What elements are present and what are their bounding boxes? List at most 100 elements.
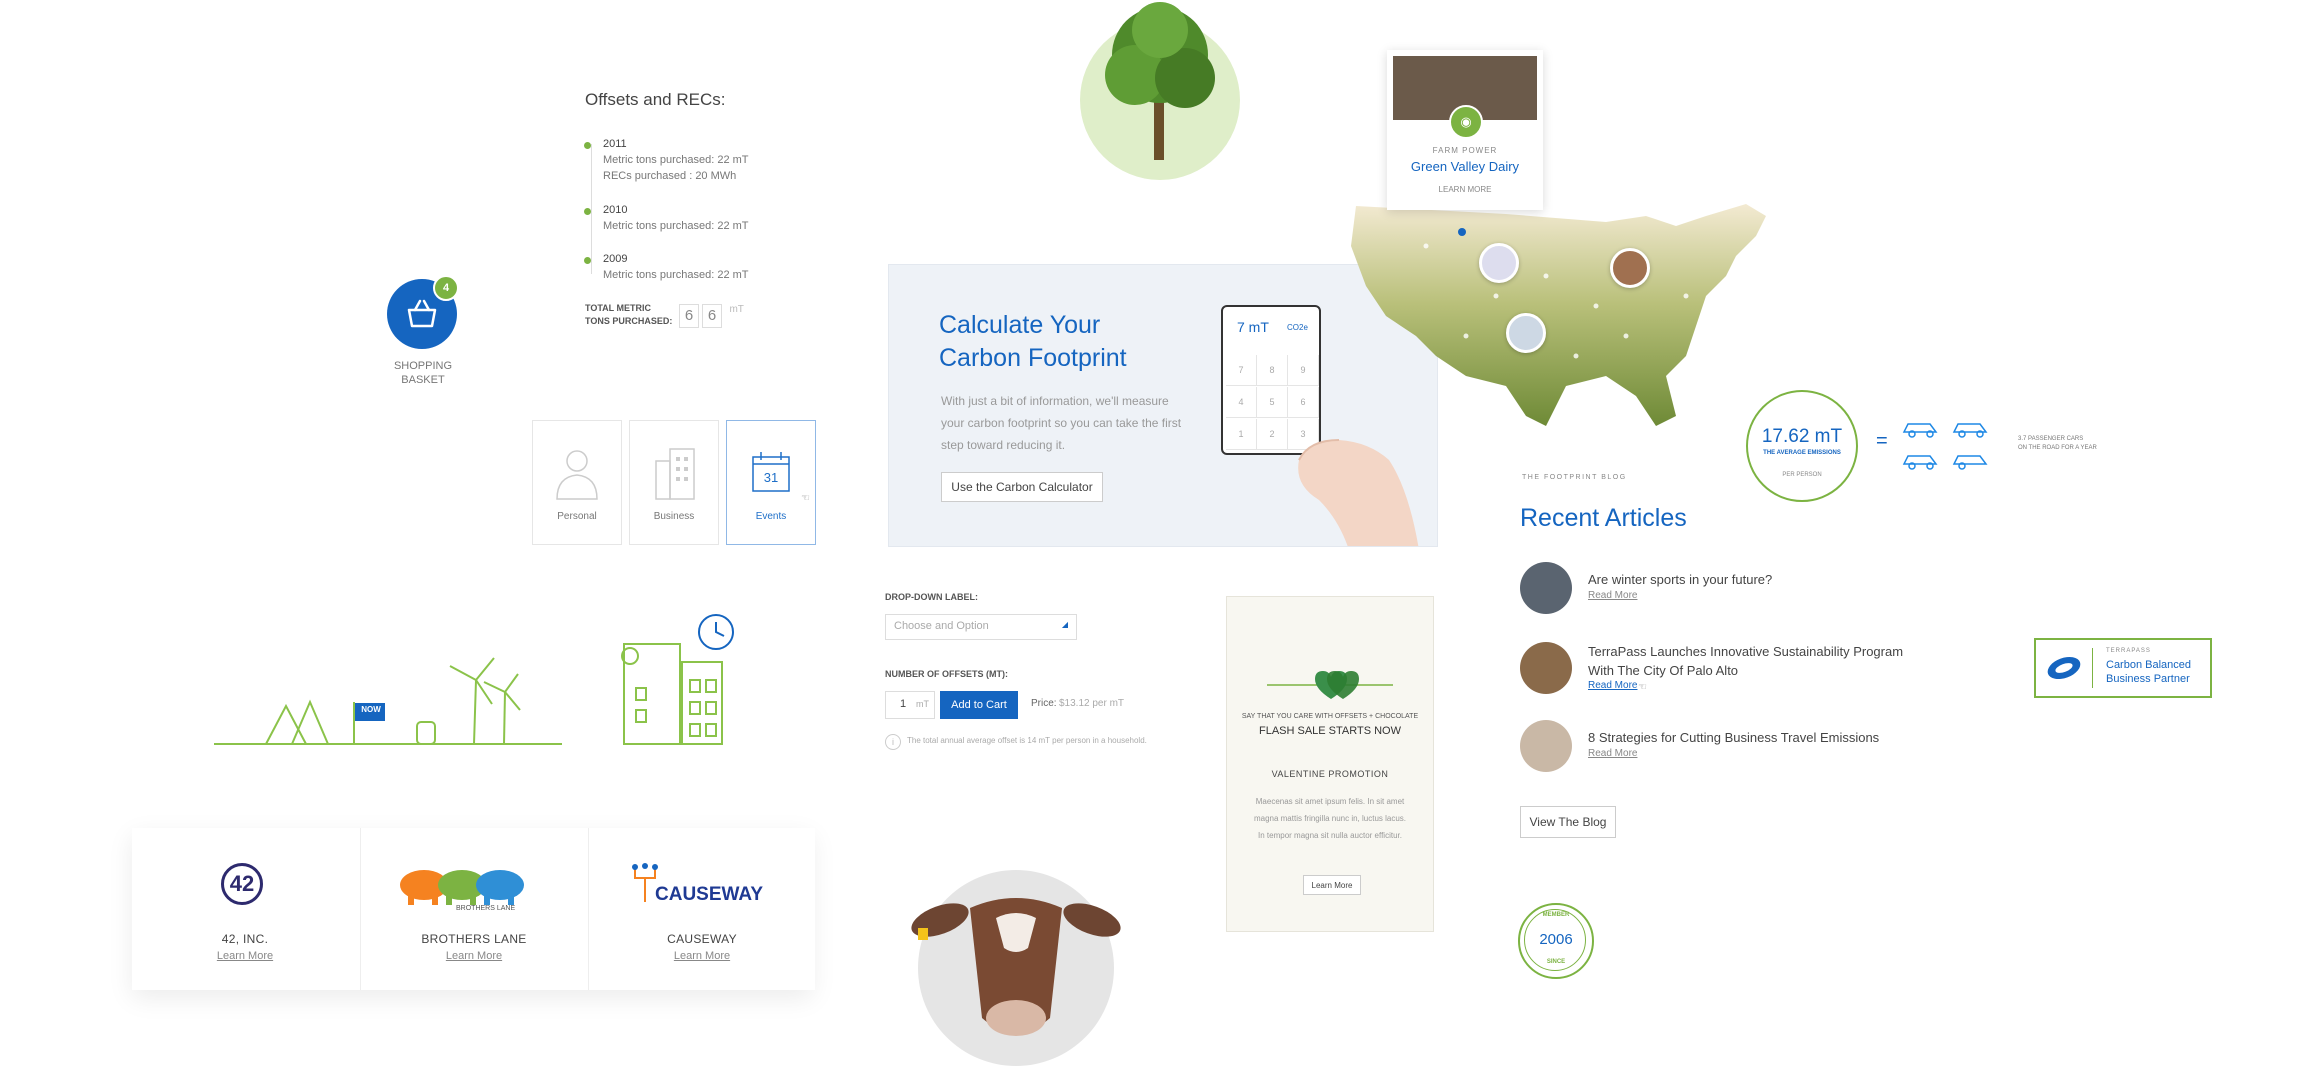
calculator-unit: CO2e <box>1287 323 1308 332</box>
total-digit: 6 <box>702 304 722 328</box>
use-calculator-button[interactable]: Use the Carbon Calculator <box>941 472 1103 502</box>
timeline-detail: Metric tons purchased: 22 mT <box>603 220 749 232</box>
partner-badge-kicker: TERRAPASS <box>2106 648 2151 654</box>
map-pin-selected[interactable] <box>1458 228 1466 236</box>
calculator-title: Calculate Your <box>939 311 1101 339</box>
article-read-more-link[interactable]: Read More <box>1588 680 1637 691</box>
member-since-badge: MEMBER 2006 SINCE <box>1518 903 1594 979</box>
shopping-basket[interactable]: 4 SHOPPING BASKET <box>383 275 463 395</box>
key: 5 <box>1257 387 1288 418</box>
segment-label: Business <box>653 511 695 522</box>
article-thumbnail <box>1520 720 1572 772</box>
dropdown-label: DROP-DOWN LABEL: <box>885 592 978 602</box>
offsets-heading: Offsets and RECs: <box>585 90 726 109</box>
person-icon <box>556 450 598 500</box>
hearts-icon <box>1267 671 1393 699</box>
calendar-day: 31 <box>763 470 779 485</box>
key: 7 <box>1226 355 1257 386</box>
partner-card-causeway: CAUSEWAY CAUSEWAY Learn More <box>588 828 815 990</box>
offset-dropdown[interactable]: Choose and Option ◢ <box>885 614 1077 640</box>
segment-card-events[interactable]: 31 ☜ Events <box>726 420 816 545</box>
recent-articles-heading: Recent Articles <box>1520 504 1687 532</box>
key: 2 <box>1257 419 1288 450</box>
key: 4 <box>1226 387 1257 418</box>
popup-learn-more[interactable]: LEARN MORE <box>1387 185 1543 194</box>
timeline-detail: RECs purchased : 20 MWh <box>603 170 737 182</box>
info-icon: i <box>885 734 901 750</box>
badge-top-text: MEMBER <box>1542 912 1570 918</box>
valentine-promo-card: SAY THAT YOU CARE WITH OFFSETS + CHOCOLA… <box>1226 596 1434 932</box>
segment-card-personal[interactable]: Personal <box>532 420 622 545</box>
partner-learn-more-link[interactable]: Learn More <box>446 950 502 962</box>
map-marker-cow[interactable] <box>1610 248 1650 288</box>
timeline-detail: Metric tons purchased: 22 mT <box>603 154 749 166</box>
total-label: TONS PURCHASED: <box>585 316 673 326</box>
emissions-subtitle: THE AVERAGE EMISSIONS <box>1763 450 1841 456</box>
key: 1 <box>1226 419 1257 450</box>
promo-title: VALENTINE PROMOTION <box>1271 769 1389 779</box>
article-item: Are winter sports in your future? Read M… <box>1520 562 1920 618</box>
article-thumbnail <box>1520 562 1572 614</box>
partner-name: 42, INC. <box>221 932 269 946</box>
quantity-input[interactable]: 1 mT <box>885 691 935 719</box>
partner-learn-more-link[interactable]: Learn More <box>674 950 730 962</box>
popup-kicker: FARM POWER <box>1432 146 1498 155</box>
timeline-detail: Metric tons purchased: 22 mT <box>603 269 749 281</box>
basket-count-badge: 4 <box>433 275 459 301</box>
dropdown-placeholder: Choose and Option <box>894 620 989 632</box>
basket-label: SHOPPING <box>393 360 453 372</box>
article-title[interactable]: 8 Strategies for Cutting Business Travel… <box>1588 728 1908 747</box>
timeline-entry: 2011 Metric tons purchased: 22 mT RECs p… <box>584 138 749 186</box>
popup-title: Green Valley Dairy <box>1410 159 1520 174</box>
quantity-value: 1 <box>900 698 907 710</box>
quantity-unit: mT <box>916 699 929 709</box>
badge-bottom-text: SINCE <box>1546 959 1566 965</box>
article-read-more-link[interactable]: Read More <box>1588 590 1637 601</box>
cars-text: ON THE ROAD FOR A YEAR <box>2018 445 2097 451</box>
segment-card-business[interactable]: Business <box>629 420 719 545</box>
chevron-down-icon: ◢ <box>1061 620 1068 629</box>
add-to-cart-button[interactable]: Add to Cart <box>940 691 1018 719</box>
now-flag-label: NOW <box>361 705 381 714</box>
price-label: Price: <box>1031 698 1057 709</box>
map-popup[interactable]: ◉ FARM POWER Green Valley Dairy LEARN MO… <box>1387 50 1543 210</box>
promo-learn-more-button[interactable]: Learn More <box>1303 875 1361 895</box>
partner-name: CAUSEWAY <box>667 932 737 946</box>
article-read-more-link[interactable]: Read More <box>1588 748 1637 759</box>
emissions-circle: 17.62 mT THE AVERAGE EMISSIONS PER PERSO… <box>1746 390 1858 502</box>
promo-tagline: SAY THAT YOU CARE WITH OFFSETS + CHOCOLA… <box>1241 713 1419 720</box>
timeline-entry: 2010 Metric tons purchased: 22 mT <box>584 204 749 236</box>
partner-learn-more-link[interactable]: Learn More <box>217 950 273 962</box>
cow-image <box>900 868 1132 1073</box>
map-marker-person[interactable] <box>1479 243 1519 283</box>
logo-42: 42 <box>221 863 263 905</box>
segment-label: Personal <box>557 511 597 522</box>
emissions-value: 17.62 mT <box>1761 426 1843 447</box>
partner-name: BROTHERS LANE <box>421 932 527 946</box>
order-form: DROP-DOWN LABEL: Choose and Option ◢ NUM… <box>885 592 1205 752</box>
partner-badge-line: Carbon Balanced <box>2106 659 2192 671</box>
basket-label: BASKET <box>401 374 445 386</box>
blog-kicker: THE FOOTPRINT BLOG <box>1522 474 1627 481</box>
view-blog-button[interactable]: View The Blog <box>1520 806 1616 838</box>
timeline-year: 2010 <box>603 204 628 216</box>
timeline-line <box>591 144 592 274</box>
partner-card-42: 42 42, INC. Learn More <box>132 828 358 990</box>
map-marker-turbine[interactable] <box>1506 313 1546 353</box>
cursor-icon: ☜ <box>1638 682 1647 693</box>
badge-year: 2006 <box>1539 931 1573 948</box>
total-label: TOTAL METRIC <box>585 303 651 313</box>
article-title[interactable]: TerraPass Launches Innovative Sustainabi… <box>1588 642 1908 680</box>
partner-badge-line: Business Partner <box>2106 673 2190 685</box>
article-title[interactable]: Are winter sports in your future? <box>1588 570 1908 589</box>
offsets-panel: Offsets and RECs: 2011 Metric tons purch… <box>584 90 805 340</box>
emissions-per: PER PERSON <box>1782 472 1822 478</box>
project-map[interactable] <box>1346 186 1786 436</box>
article-item: TerraPass Launches Innovative Sustainabi… <box>1520 642 1920 698</box>
key: 8 <box>1257 355 1288 386</box>
key: 9 <box>1288 355 1319 386</box>
timeline-year: 2009 <box>603 253 628 265</box>
equals-sign: = <box>1876 430 1888 452</box>
segment-label: Events <box>755 511 787 522</box>
calculator-title: Carbon Footprint <box>939 344 1127 372</box>
